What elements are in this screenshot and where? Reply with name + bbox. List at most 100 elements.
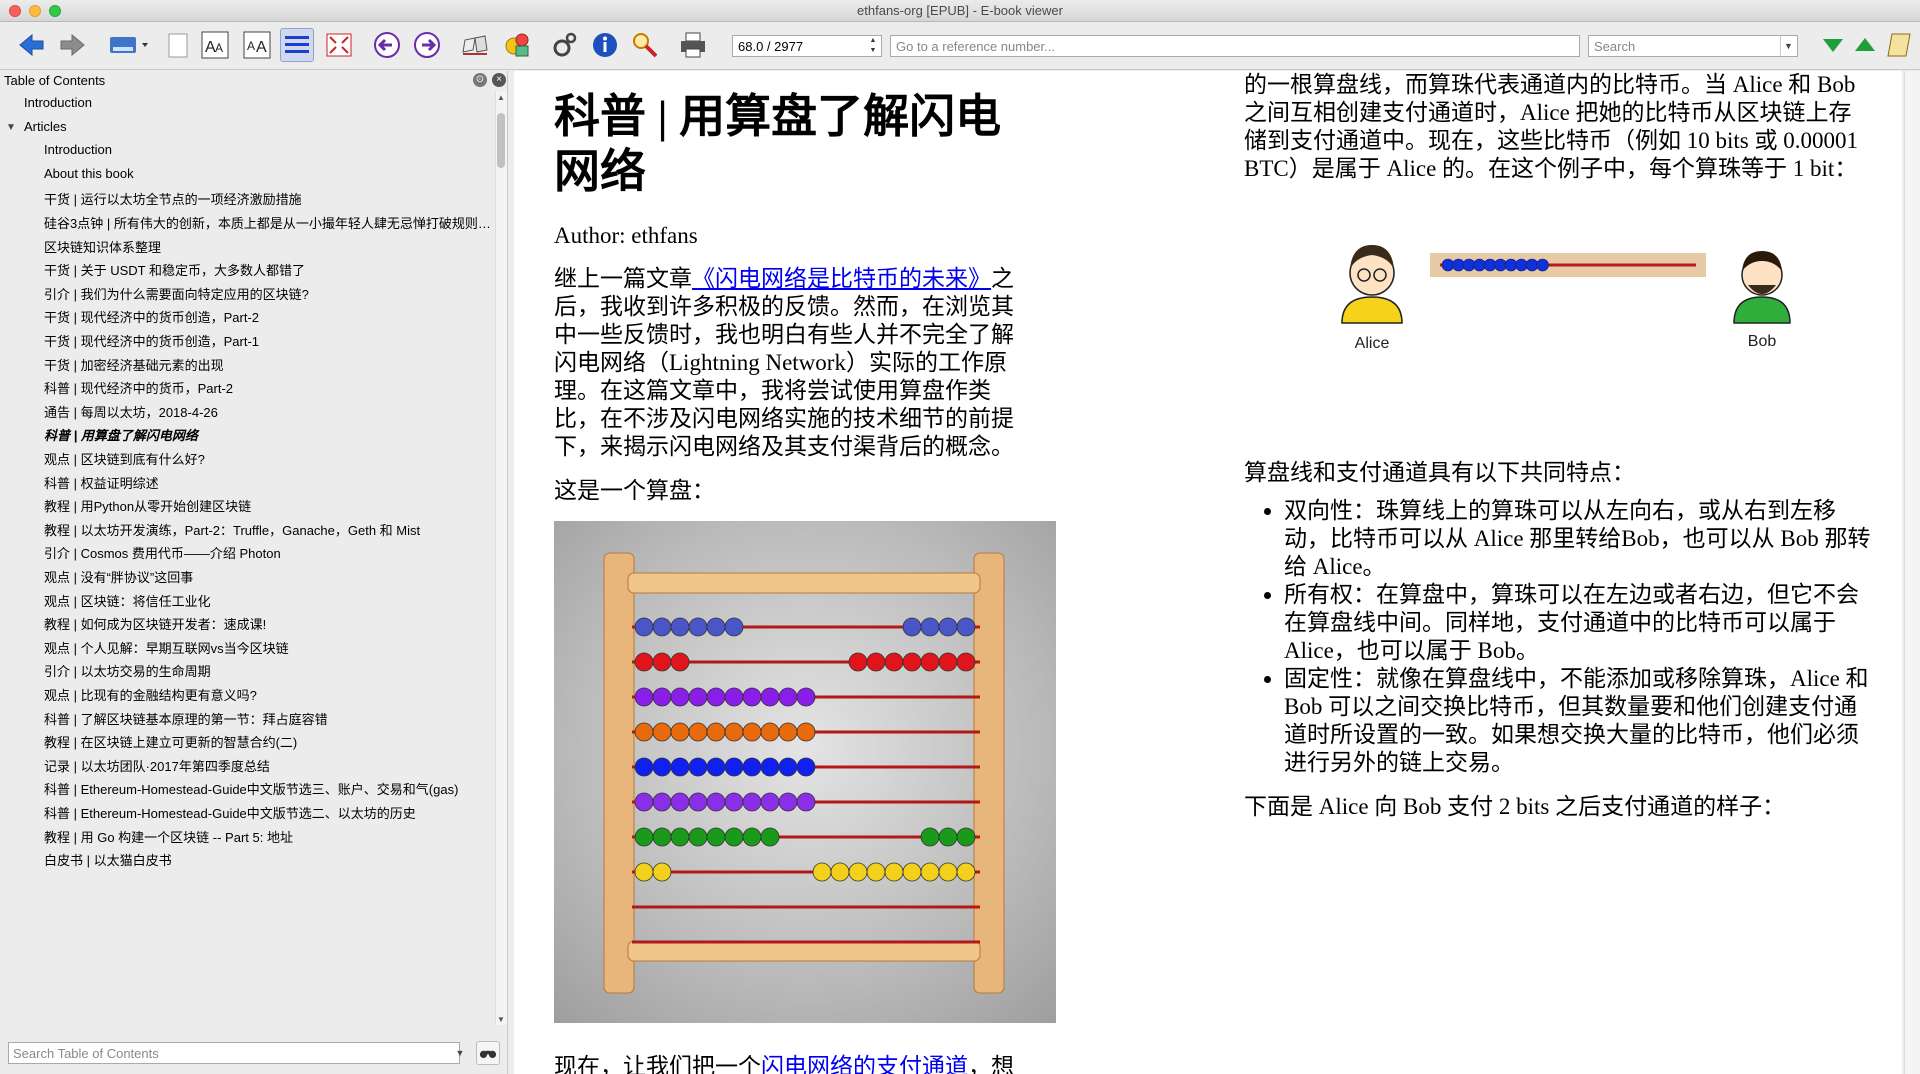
payment-channel-link[interactable]: 闪电网络的支付通道	[761, 1054, 968, 1074]
toc-item[interactable]: 通告 | 每周以太坊，2018-4-26	[44, 402, 494, 422]
page-icon[interactable]	[160, 28, 194, 62]
next-page-icon[interactable]	[410, 28, 444, 62]
preferences-icon[interactable]	[500, 28, 534, 62]
abacus-bead	[724, 827, 744, 847]
font-smaller-icon[interactable]: AA	[240, 28, 274, 62]
find-next-icon[interactable]	[1816, 28, 1850, 62]
abacus-bead	[920, 862, 940, 882]
abacus-bead	[956, 827, 976, 847]
abacus-bead	[812, 862, 832, 882]
abacus-bead	[688, 792, 708, 812]
abacus-bead	[938, 652, 958, 672]
abacus-bead	[742, 827, 762, 847]
toc-item[interactable]: 科普 | Ethereum-Homestead-Guide中文版节选二、以太坊的…	[44, 803, 494, 823]
abacus-bead	[706, 827, 726, 847]
abacus-bead	[830, 862, 850, 882]
toc-float-icon[interactable]: ⊙	[473, 73, 487, 87]
toc-item[interactable]: 科普 | 现代经济中的货币，Part-2	[44, 378, 494, 398]
search-history-dropdown[interactable]: ▼	[1780, 36, 1796, 56]
abacus-bead	[760, 722, 780, 742]
toc-item[interactable]: Introduction	[44, 142, 494, 162]
toc-item[interactable]: 教程 | 用 Go 构建一个区块链 -- Part 5: 地址	[44, 827, 494, 847]
toc-item[interactable]: 干货 | 运行以太坊全节点的一项经济激励措施	[44, 189, 494, 209]
toc-item[interactable]: About this book	[44, 166, 494, 186]
toc-item[interactable]: 白皮书 | 以太猫白皮书	[44, 850, 494, 870]
abacus-bead	[688, 687, 708, 707]
abacus-bead	[724, 792, 744, 812]
toc-icon[interactable]	[280, 28, 314, 62]
previous-page-icon[interactable]	[370, 28, 404, 62]
abacus-bead	[778, 792, 798, 812]
abacus-bead	[688, 827, 708, 847]
toc-item[interactable]: 观点 | 没有“胖协议”这回事	[44, 567, 494, 587]
abacus-bead	[796, 687, 816, 707]
forward-icon[interactable]	[56, 28, 90, 62]
toc-item[interactable]: 教程 | 在区块链上建立可更新的智慧合约(二)	[44, 732, 494, 752]
toc-scroll-down[interactable]: ▼	[496, 1015, 506, 1024]
toc-item[interactable]: 观点 | 比现有的金融结构更有意义吗?	[44, 685, 494, 705]
toc-item[interactable]: 干货 | 现代经济中的货币创造，Part-1	[44, 331, 494, 351]
abacus-bead	[742, 757, 762, 777]
abacus-bead	[706, 792, 726, 812]
toc-item[interactable]: 科普 | 权益证明综述	[44, 473, 494, 493]
fullscreen-icon[interactable]	[322, 28, 356, 62]
position-stepper[interactable]: ▲ ▼	[866, 36, 880, 56]
abacus-bead	[920, 827, 940, 847]
toc-item[interactable]: 教程 | 用Python从零开始创建区块链	[44, 496, 494, 516]
library-icon[interactable]	[104, 28, 152, 62]
font-larger-icon[interactable]: AA	[198, 28, 232, 62]
print-icon[interactable]	[676, 28, 710, 62]
toc-item[interactable]: 科普 | 了解区块链基本原理的第一节：拜占庭容错	[44, 709, 494, 729]
toc-item[interactable]: 干货 | 关于 USDT 和稳定币，大多数人都错了	[44, 260, 494, 280]
bookmark-icon[interactable]	[1882, 28, 1916, 62]
toc-item[interactable]: 干货 | 现代经济中的货币创造，Part-2	[44, 307, 494, 327]
toc-item[interactable]: 观点 | 区块链：将信任工业化	[44, 591, 494, 611]
abacus-bead	[956, 652, 976, 672]
toc-item[interactable]: 教程 | 以太坊开发演练，Part-2：Truffle，Ganache，Geth…	[44, 520, 494, 540]
toc-item[interactable]: 干货 | 加密经济基础元素的出现	[44, 355, 494, 375]
abacus-bead	[902, 862, 922, 882]
search-input[interactable]: Search	[1588, 35, 1798, 57]
toc-item[interactable]: 引介 | Cosmos 费用代币——介绍 Photon	[44, 543, 494, 563]
toc-close-icon[interactable]: ×	[492, 73, 506, 87]
toc-item[interactable]: 观点 | 区块链到底有什么好?	[44, 449, 494, 469]
abacus-bead	[652, 617, 672, 637]
bob-avatar	[1733, 251, 1791, 324]
toc-item[interactable]: 记录 | 以太坊团队·2017年第四季度总结	[44, 756, 494, 776]
toc-scrollbar[interactable]	[495, 91, 507, 1025]
find-previous-icon[interactable]	[1848, 28, 1882, 62]
abacus-bead	[652, 827, 672, 847]
toc-expand-arrow-icon[interactable]: ▼	[6, 122, 16, 133]
abacus-bead	[670, 827, 690, 847]
toc-item[interactable]: 硅谷3点钟 | 所有伟大的创新，本质上都是从一小撮年轻人肆无忌惮打破规则开始	[44, 213, 494, 233]
toc-item[interactable]: 科普 | Ethereum-Homestead-Guide中文版节选三、账户、交…	[44, 779, 494, 799]
trait-item: 双向性：珠算线上的算珠可以从左向右，或从右到左移动，比特币可以从 Alice 那…	[1284, 497, 1874, 581]
toc-item[interactable]: 教程 | 如何成为区块链开发者：速成课!	[44, 614, 494, 634]
toc-item[interactable]: Introduction	[24, 95, 479, 115]
reference-input[interactable]: Go to a reference number...	[890, 35, 1580, 57]
content-scrollbar[interactable]	[1904, 71, 1920, 1074]
abacus-bead	[652, 687, 672, 707]
toc-find-button[interactable]	[476, 1041, 500, 1065]
reference-mode-icon[interactable]	[458, 28, 492, 62]
svg-text:A: A	[247, 39, 255, 53]
toc-scroll-up[interactable]: ▲	[496, 93, 506, 102]
position-input[interactable]: 68.0 / 2977	[732, 35, 882, 57]
settings-gear-icon[interactable]	[548, 28, 582, 62]
toc-search-input[interactable]: Search Table of Contents	[8, 1042, 460, 1064]
toc-item[interactable]: 引介 | 我们为什么需要面向特定应用的区块链?	[44, 284, 494, 304]
toc-item[interactable]: Articles	[24, 119, 479, 139]
reading-pane: 科普 | 用算盘了解闪电网络 Author: ethfans 继上一篇文章《闪电…	[514, 71, 1902, 1074]
inspect-icon[interactable]	[628, 28, 662, 62]
toc-item[interactable]: 引介 | 以太坊交易的生命周期	[44, 661, 494, 681]
previous-article-link[interactable]: 《闪电网络是比特币的未来》	[692, 266, 991, 291]
info-icon[interactable]	[588, 28, 622, 62]
toc-item[interactable]: 观点 | 个人见解：早期互联网vs当今区块链	[44, 638, 494, 658]
toc-item-current[interactable]: 科普 | 用算盘了解闪电网络	[44, 425, 494, 445]
abacus-bead	[652, 792, 672, 812]
abacus-bead	[760, 757, 780, 777]
toc-item[interactable]: 区块链知识体系整理	[44, 237, 494, 257]
toc-search-dropdown[interactable]: ▼	[452, 1043, 468, 1063]
toc-scroll-thumb[interactable]	[497, 113, 505, 168]
back-icon[interactable]	[14, 28, 48, 62]
